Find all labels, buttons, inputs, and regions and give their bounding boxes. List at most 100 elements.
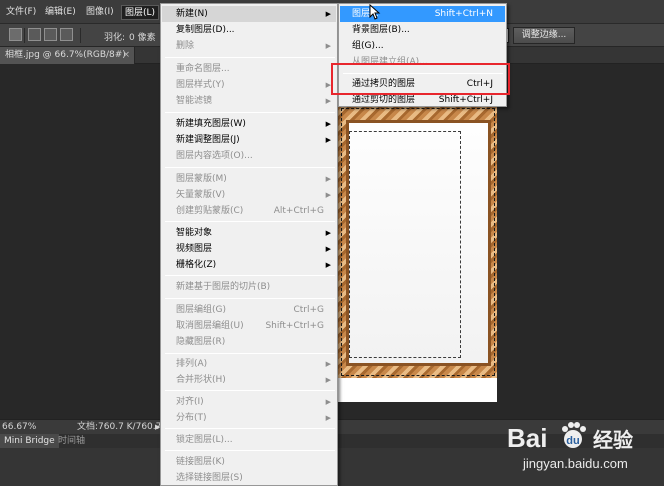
- document-size: 文档:760.7 K/760.7K: [77, 422, 168, 432]
- submenu-arrow-icon: ▶: [325, 414, 331, 422]
- menu-item-new-fill-layer[interactable]: 新建填充图层(W) ▶: [162, 116, 336, 132]
- menu-item-label: 删除: [176, 41, 195, 51]
- menu-item-layer-mask[interactable]: 图层蒙版(M) ▶: [162, 171, 336, 187]
- submenu-arrow-icon: ▶: [325, 376, 331, 384]
- menu-item-label: 创建剪贴蒙版(C): [176, 206, 244, 216]
- menu-item-layer-content-options[interactable]: 图层内容选项(O)...: [162, 148, 336, 164]
- menu-item-shortcut: Ctrl+G: [293, 305, 324, 315]
- menu-item-rasterize[interactable]: 栅格化(Z) ▶: [162, 257, 336, 273]
- menu-item-group-layers[interactable]: 图层编组(G) Ctrl+G: [162, 302, 336, 318]
- submenu-arrow-icon: ▶: [325, 120, 331, 128]
- menu-item-rename-layer[interactable]: 重命名图层...: [162, 61, 336, 77]
- watermark-cn: 经验: [593, 428, 633, 452]
- menu-item-label: 锁定图层(L)...: [176, 435, 233, 445]
- menu-item-label: 新建填充图层(W): [176, 119, 246, 129]
- menu-item-link-layers[interactable]: 链接图层(K): [162, 454, 336, 470]
- feather-label: 羽化:: [104, 33, 126, 43]
- menu-item-new[interactable]: 新建(N) ▶: [162, 6, 336, 22]
- submenu-arrow-icon: ▶: [325, 360, 331, 368]
- baidu-paw-icon: du: [562, 422, 586, 448]
- menu-item-align[interactable]: 对齐(I) ▶: [162, 394, 336, 410]
- watermark-paw-text: du: [566, 435, 579, 447]
- mouse-pointer-icon: [369, 3, 381, 20]
- tab-timeline[interactable]: 时间轴: [54, 434, 89, 448]
- submenu-item-layer[interactable]: 图层... Shift+Ctrl+N: [340, 6, 505, 22]
- watermark-url: jingyan.baidu.com: [522, 456, 628, 471]
- document-tab[interactable]: 相框.jpg @ 66.7%(RGB/8#) ×: [0, 47, 135, 64]
- menu-divider: [165, 390, 335, 391]
- options-divider: [80, 28, 81, 43]
- menu-item-delete[interactable]: 删除 ▶: [162, 38, 336, 54]
- menu-edit[interactable]: 编辑(E): [42, 5, 79, 20]
- menu-item-new-layer-based-slice[interactable]: 新建基于图层的切片(B): [162, 279, 336, 295]
- submenu-arrow-icon: ▶: [325, 175, 331, 183]
- menu-divider: [165, 428, 335, 429]
- menu-divider: [165, 57, 335, 58]
- watermark-brand: Bai: [507, 423, 547, 453]
- submenu-arrow-icon: ▶: [325, 136, 331, 144]
- menu-item-combine-shapes[interactable]: 合并形状(H) ▶: [162, 372, 336, 388]
- menu-item-label: 合并形状(H): [176, 375, 226, 385]
- menu-item-hide-layers[interactable]: 隐藏图层(R): [162, 334, 336, 350]
- menu-item-label: 图层蒙版(M): [176, 174, 227, 184]
- options-divider: [24, 28, 25, 43]
- menu-item-label: 智能滤镜: [176, 96, 213, 106]
- menu-item-label: 组(G)...: [352, 41, 384, 51]
- tab-mini-bridge[interactable]: Mini Bridge: [0, 434, 59, 448]
- subtract-selection-icon[interactable]: [44, 28, 57, 41]
- menu-item-create-clipping-mask[interactable]: 创建剪贴蒙版(C) Alt+Ctrl+G: [162, 203, 336, 219]
- menu-divider: [165, 450, 335, 451]
- menu-item-shortcut: Shift+Ctrl+N: [434, 9, 493, 19]
- submenu-item-group[interactable]: 组(G)...: [340, 38, 505, 54]
- menu-divider: [165, 298, 335, 299]
- menu-item-label: 隐藏图层(R): [176, 337, 226, 347]
- menu-item-label: 选择链接图层(S): [176, 473, 243, 483]
- menu-item-new-adjustment-layer[interactable]: 新建调整图层(J) ▶: [162, 132, 336, 148]
- refine-edge-button[interactable]: 调整边缘...: [513, 27, 575, 44]
- submenu-item-background-layer[interactable]: 背景图层(B)...: [340, 22, 505, 38]
- inner-selection-marquee: [349, 131, 461, 358]
- add-selection-icon[interactable]: [28, 28, 41, 41]
- menu-divider: [165, 275, 335, 276]
- menu-item-label: 通过剪切的图层: [352, 95, 416, 105]
- menu-image[interactable]: 图像(I): [83, 5, 117, 20]
- submenu-arrow-icon: ▶: [325, 229, 331, 237]
- new-selection-icon[interactable]: [9, 28, 22, 41]
- menu-divider: [165, 167, 335, 168]
- menu-item-label: 排列(A): [176, 359, 208, 369]
- menu-item-lock-layers[interactable]: 锁定图层(L)...: [162, 432, 336, 448]
- close-icon[interactable]: ×: [122, 47, 130, 64]
- layer-menu: 新建(N) ▶ 复制图层(D)... 删除 ▶ 重命名图层... 图层样式(Y)…: [160, 3, 338, 486]
- menu-item-label: 链接图层(K): [176, 457, 225, 467]
- menu-item-video-layer[interactable]: 视频图层 ▶: [162, 241, 336, 257]
- menu-layer[interactable]: 图层(L): [121, 5, 160, 20]
- menu-item-label: 新建(N): [176, 9, 208, 19]
- baidu-jingyan-watermark: Bai du 经验 jingyan.baidu.com: [505, 413, 655, 473]
- menu-item-distribute[interactable]: 分布(T) ▶: [162, 410, 336, 426]
- menu-item-label: 图层编组(G): [176, 305, 226, 315]
- zoom-level[interactable]: 66.67%: [2, 420, 36, 434]
- menu-item-label: 图层内容选项(O)...: [176, 151, 253, 161]
- menu-file[interactable]: 文件(F): [3, 5, 39, 20]
- intersect-selection-icon[interactable]: [60, 28, 73, 41]
- menu-item-smart-object[interactable]: 智能对象 ▶: [162, 225, 336, 241]
- submenu-arrow-icon: ▶: [325, 42, 331, 50]
- menu-item-arrange[interactable]: 排列(A) ▶: [162, 356, 336, 372]
- menu-item-label: 对齐(I): [176, 397, 204, 407]
- menu-item-layer-style[interactable]: 图层样式(Y) ▶: [162, 77, 336, 93]
- menu-item-select-linked-layers[interactable]: 选择链接图层(S): [162, 470, 336, 486]
- menu-item-vector-mask[interactable]: 矢量蒙版(V) ▶: [162, 187, 336, 203]
- menu-item-shortcut: Shift+Ctrl+G: [265, 321, 324, 331]
- menu-item-label: 取消图层编组(U): [176, 321, 244, 331]
- menu-item-smart-filter[interactable]: 智能滤镜 ▶: [162, 93, 336, 109]
- menu-item-label: 新建调整图层(J): [176, 135, 240, 145]
- menu-item-label: 复制图层(D)...: [176, 25, 235, 35]
- menu-item-label: 新建基于图层的切片(B): [176, 282, 271, 292]
- menu-item-ungroup-layers[interactable]: 取消图层编组(U) Shift+Ctrl+G: [162, 318, 336, 334]
- submenu-arrow-icon: ▶: [325, 261, 331, 269]
- feather-input[interactable]: 0 像素: [129, 30, 156, 43]
- menu-item-duplicate-layer[interactable]: 复制图层(D)...: [162, 22, 336, 38]
- menu-item-label: 栅格化(Z): [176, 260, 217, 270]
- document-tab-label: 相框.jpg @ 66.7%(RGB/8#): [5, 50, 126, 60]
- submenu-arrow-icon: ▶: [325, 97, 331, 105]
